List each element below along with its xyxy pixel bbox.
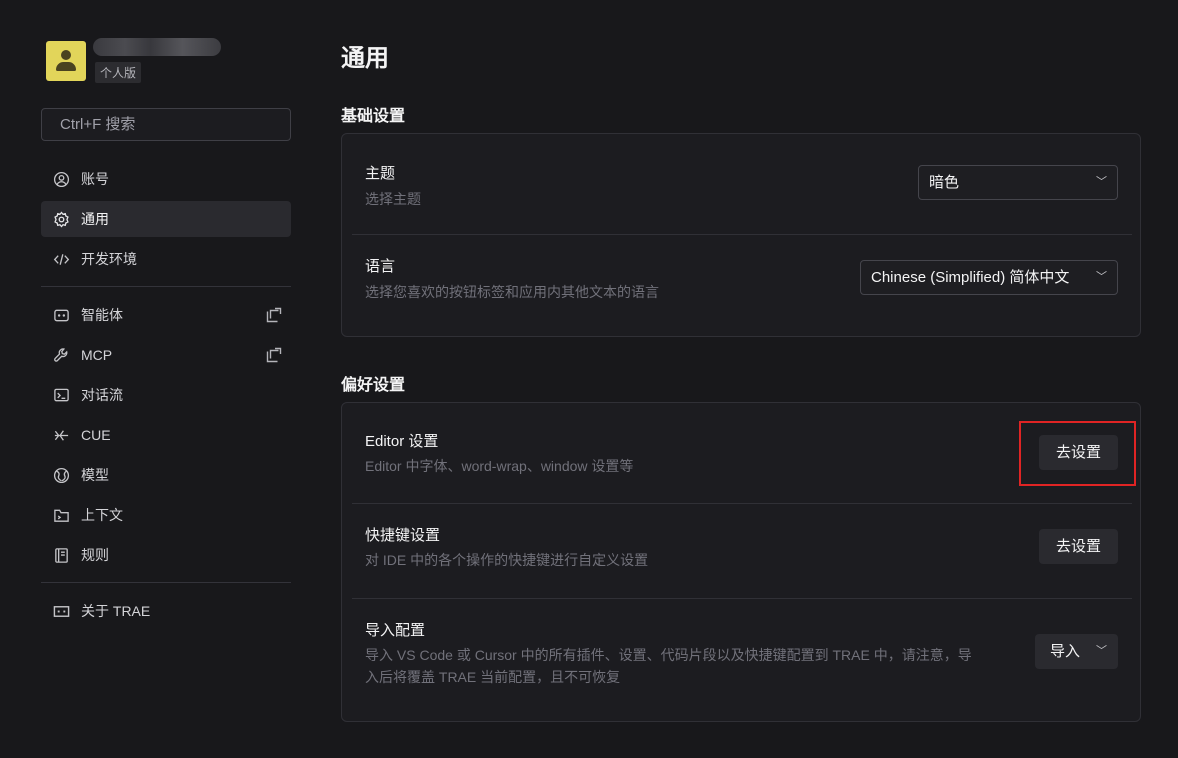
sidebar-item-dev-env[interactable]: 开发环境 xyxy=(41,241,291,277)
setting-description: Editor 中字体、word-wrap、window 设置等 xyxy=(365,458,634,474)
external-link-icon[interactable] xyxy=(266,307,282,323)
sidebar-item-rules[interactable]: 规则 xyxy=(41,537,291,573)
sidebar-item-label: 通用 xyxy=(81,211,109,227)
sidebar-item-label: CUE xyxy=(81,427,111,443)
button-label: 导入 xyxy=(1050,643,1081,660)
setting-row-import: 导入配置 导入 VS Code 或 Cursor 中的所有插件、设置、代码片段以… xyxy=(342,599,1140,721)
section-title-preferences: 偏好设置 xyxy=(341,377,406,394)
gear-icon xyxy=(52,210,70,228)
import-dropdown-button[interactable]: 导入 ﹀ xyxy=(1035,634,1118,669)
sidebar-item-about[interactable]: 关于 TRAE xyxy=(41,593,291,629)
setting-description: 对 IDE 中的各个操作的快捷键进行自定义设置 xyxy=(365,552,649,568)
user-profile[interactable]: 个人版 xyxy=(46,38,296,85)
search-input[interactable]: Ctrl+F 搜索 xyxy=(41,108,291,141)
sidebar-item-label: 上下文 xyxy=(81,507,123,523)
model-icon xyxy=(52,466,70,484)
language-select[interactable]: Chinese (Simplified) 简体中文 ﹀ xyxy=(860,260,1118,295)
setting-row-language: 语言 选择您喜欢的按钮标签和应用内其他文本的语言 Chinese (Simpli… xyxy=(342,235,1140,338)
username-redacted xyxy=(93,38,221,56)
sidebar: 个人版 Ctrl+F 搜索 账号 通用 开发环境 智能体 MCP 对话流 CUE… xyxy=(0,0,310,758)
section-title-basic: 基础设置 xyxy=(341,108,406,125)
select-value: Chinese (Simplified) 简体中文 xyxy=(871,269,1070,286)
sidebar-item-label: 模型 xyxy=(81,467,109,483)
select-value: 暗色 xyxy=(929,174,960,191)
setting-description: 选择您喜欢的按钮标签和应用内其他文本的语言 xyxy=(365,284,659,300)
sidebar-item-models[interactable]: 模型 xyxy=(41,457,291,493)
highlight-annotation xyxy=(1019,421,1136,486)
trae-logo-icon xyxy=(52,602,70,620)
page-title: 通用 xyxy=(341,45,389,72)
setting-label: 快捷键设置 xyxy=(365,527,441,544)
setting-label: 导入配置 xyxy=(365,622,426,639)
sidebar-item-agents[interactable]: 智能体 xyxy=(41,297,291,333)
sidebar-item-label: 开发环境 xyxy=(81,251,137,267)
setting-label: 主题 xyxy=(365,165,396,182)
setting-label: 语言 xyxy=(365,258,396,275)
sidebar-item-label: 对话流 xyxy=(81,387,123,403)
plan-badge: 个人版 xyxy=(95,62,142,83)
book-icon xyxy=(52,546,70,564)
sidebar-item-flow[interactable]: 对话流 xyxy=(41,377,291,413)
sidebar-item-label: 规则 xyxy=(81,547,109,563)
code-icon xyxy=(52,250,70,268)
divider xyxy=(41,582,291,583)
folder-context-icon xyxy=(52,506,70,524)
sidebar-item-cue[interactable]: CUE xyxy=(41,417,291,453)
sidebar-item-context[interactable]: 上下文 xyxy=(41,497,291,533)
setting-description-line2: 入后将覆盖 TRAE 当前配置，且不可恢复 xyxy=(365,669,621,685)
chevron-down-icon: ﹀ xyxy=(1096,645,1107,657)
external-link-icon[interactable] xyxy=(266,347,282,363)
setting-description-line1: 导入 VS Code 或 Cursor 中的所有插件、设置、代码片段以及快捷键配… xyxy=(365,647,972,663)
sidebar-item-general[interactable]: 通用 xyxy=(41,201,291,237)
setting-row-theme: 主题 选择主题 暗色 ﹀ xyxy=(342,134,1140,235)
wrench-icon xyxy=(52,346,70,364)
sidebar-item-label: 账号 xyxy=(81,171,109,187)
setting-row-shortcuts: 快捷键设置 对 IDE 中的各个操作的快捷键进行自定义设置 去设置 xyxy=(342,504,1140,598)
sidebar-item-mcp[interactable]: MCP xyxy=(41,337,291,373)
sidebar-item-account[interactable]: 账号 xyxy=(41,161,291,197)
terminal-icon xyxy=(52,386,70,404)
setting-label: Editor 设置 xyxy=(365,433,439,450)
chevron-down-icon: ﹀ xyxy=(1096,176,1107,188)
basic-settings-card: 主题 选择主题 暗色 ﹀ 语言 选择您喜欢的按钮标签和应用内其他文本的语言 Ch… xyxy=(341,133,1141,337)
bot-icon xyxy=(52,306,70,324)
shortcut-settings-button[interactable]: 去设置 xyxy=(1039,529,1118,564)
sidebar-item-label: MCP xyxy=(81,347,113,363)
avatar[interactable] xyxy=(46,41,86,81)
user-circle-icon xyxy=(52,170,70,188)
chevron-down-icon: ﹀ xyxy=(1096,271,1107,283)
setting-description: 选择主题 xyxy=(365,191,421,207)
theme-select[interactable]: 暗色 ﹀ xyxy=(918,165,1118,200)
sidebar-item-label: 智能体 xyxy=(81,307,123,323)
divider xyxy=(41,286,291,287)
cue-icon xyxy=(52,426,70,444)
sidebar-item-label: 关于 TRAE xyxy=(81,603,151,619)
